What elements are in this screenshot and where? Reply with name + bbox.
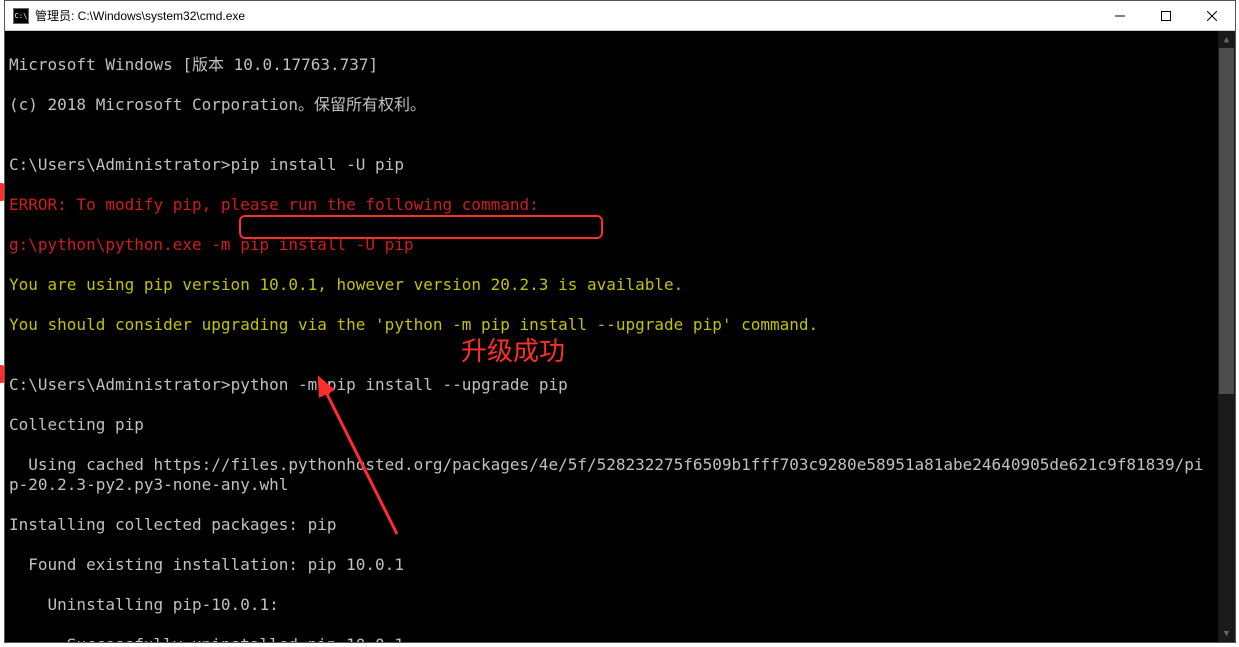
- prompt: C:\Users\Administrator>: [9, 375, 231, 394]
- terminal-line: Successfully uninstalled pip-10.0.1: [9, 635, 1235, 642]
- terminal-line: C:\Users\Administrator>python -m pip ins…: [9, 375, 1235, 395]
- window-controls: [1097, 1, 1235, 31]
- scrollbar-thumb[interactable]: [1219, 48, 1234, 394]
- cmd-icon: C:\: [13, 8, 29, 24]
- window-title: 管理员: C:\Windows\system32\cmd.exe: [35, 7, 245, 24]
- terminal-content[interactable]: Microsoft Windows [版本 10.0.17763.737] (c…: [5, 31, 1235, 642]
- terminal-error-line: ERROR: To modify pip, please run the fol…: [9, 195, 1235, 215]
- annotation-upgrade-success: 升级成功: [461, 341, 565, 361]
- minimize-button[interactable]: [1097, 1, 1143, 31]
- command-text: python -m pip install --upgrade pip: [231, 375, 568, 394]
- scrollbar-down-icon[interactable]: ▼: [1218, 625, 1235, 642]
- cmd-window: C:\ 管理员: C:\Windows\system32\cmd.exe Mic…: [4, 0, 1236, 643]
- terminal-line: Installing collected packages: pip: [9, 515, 1235, 535]
- terminal-line: (c) 2018 Microsoft Corporation。保留所有权利。: [9, 95, 1235, 115]
- terminal-line: Using cached https://files.pythonhosted.…: [9, 455, 1209, 495]
- terminal-line: Collecting pip: [9, 415, 1235, 435]
- terminal-line: Microsoft Windows [版本 10.0.17763.737]: [9, 55, 1235, 75]
- terminal-warn-line: You are using pip version 10.0.1, howeve…: [9, 275, 1235, 295]
- close-button[interactable]: [1189, 1, 1235, 31]
- prompt: C:\Users\Administrator>: [9, 155, 231, 174]
- terminal-line: C:\Users\Administrator>pip install -U pi…: [9, 155, 1235, 175]
- terminal-error-line: g:\python\python.exe -m pip install -U p…: [9, 235, 1235, 255]
- terminal-scrollbar[interactable]: ▲ ▼: [1218, 31, 1235, 642]
- command-text: pip install -U pip: [231, 155, 404, 174]
- titlebar[interactable]: C:\ 管理员: C:\Windows\system32\cmd.exe: [5, 1, 1235, 31]
- terminal-line: Uninstalling pip-10.0.1:: [9, 595, 1235, 615]
- scrollbar-track[interactable]: [1218, 48, 1235, 625]
- scrollbar-up-icon[interactable]: ▲: [1218, 31, 1235, 48]
- maximize-button[interactable]: [1143, 1, 1189, 31]
- terminal-line: Found existing installation: pip 10.0.1: [9, 555, 1235, 575]
- terminal-warn-line: You should consider upgrading via the 'p…: [9, 315, 1235, 335]
